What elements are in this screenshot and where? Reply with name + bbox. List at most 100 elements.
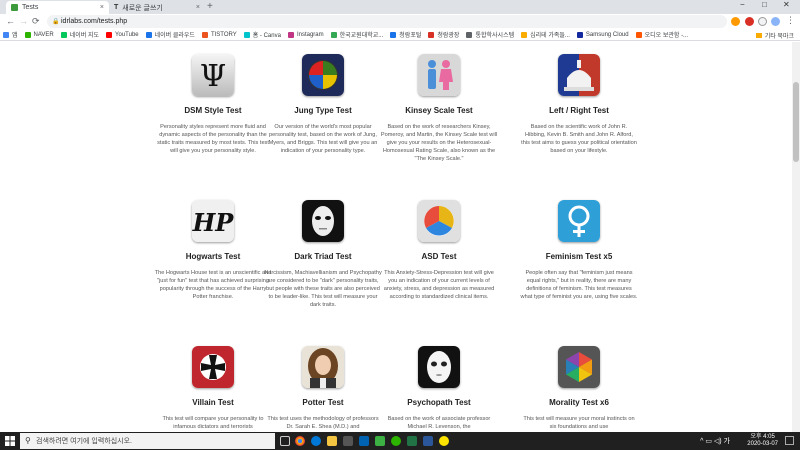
test-card[interactable]: Feminism Test x5 People often say that "f… [514,200,644,301]
chrome-icon[interactable] [295,436,305,446]
mask-icon[interactable] [302,200,344,242]
iron-cross-icon[interactable] [192,346,234,388]
white-mask-icon[interactable] [418,346,460,388]
page-scrollbar[interactable] [792,42,800,432]
four-color-wheel-icon[interactable] [302,54,344,96]
reload-button[interactable]: ⟳ [32,16,40,27]
test-card[interactable]: Psychopath Test Based on the work of asso… [374,346,504,431]
system-tray-icons[interactable]: ^ ▭ ◁) 가 [700,436,730,446]
word-icon[interactable] [423,436,433,446]
maximize-button[interactable]: □ [762,0,767,9]
clock[interactable]: 오후 4:05 2020-03-07 [747,434,778,448]
bookmark-favicon-icon [287,31,294,38]
test-description: Our version of the world's most popular … [268,124,378,154]
notification-center-icon[interactable] [785,436,794,445]
edge-icon[interactable] [311,436,321,446]
other-bookmarks[interactable]: 기타 북마크 [755,31,794,40]
store-icon[interactable] [343,436,353,446]
test-title[interactable]: Potter Test [258,398,388,407]
bookmark-label: 네이버 지도 [69,33,100,39]
bookmark-favicon-icon [3,31,9,38]
task-view-icon[interactable] [280,436,290,446]
test-title[interactable]: Dark Triad Test [258,252,388,261]
bookmark-item[interactable]: Instagram [287,31,324,38]
bookmark-item[interactable]: 심리테 가족들... [521,30,570,39]
hp-logo-icon[interactable]: HP [192,200,234,242]
windows-start-icon[interactable] [5,436,15,446]
test-card[interactable]: Kinsey Scale Test Based on the work of re… [374,54,504,163]
bookmark-item[interactable]: 네이버 지도 [60,30,100,39]
test-title[interactable]: Left / Right Test [514,106,644,115]
bookmark-label: 네이버 클라우드 [154,33,195,39]
close-window-button[interactable]: ✕ [783,0,790,9]
test-description: This test uses the methodology of profes… [267,416,379,430]
extension-icon[interactable] [745,17,754,26]
extension-icon[interactable] [758,17,767,26]
bookmark-label: 홈 - Canva [252,33,281,39]
bookmark-item[interactable]: 앱 [3,30,18,39]
forward-button[interactable]: → [19,16,28,26]
menu-dots-icon[interactable]: ⋮ [786,15,795,26]
test-title[interactable]: Kinsey Scale Test [374,106,504,115]
hexagon-wheel-icon[interactable] [558,346,600,388]
test-title[interactable]: Morality Test x6 [514,398,644,407]
bookmark-item[interactable]: 청람광장 [428,30,459,39]
address-bar[interactable]: 🔒 idrlabs.com/tests.php [47,15,727,28]
test-card[interactable]: Left / Right Test Based on the scientific… [514,54,644,155]
bookmark-item[interactable]: NAVER [24,31,54,38]
line-app-icon[interactable] [391,436,401,446]
test-card[interactable]: ASD Test This Anxiety-Stress-Depression t… [374,200,504,301]
bookmark-favicon-icon [390,31,397,38]
test-title[interactable]: Psychopath Test [374,398,504,407]
mail-icon[interactable] [359,436,369,446]
bookmark-item[interactable]: 통합학사시스템 [466,30,514,39]
test-card[interactable]: Potter Test This test uses the methodolog… [258,346,388,431]
bookmark-item[interactable]: 한국교원대학교... [330,30,383,39]
test-card[interactable]: Dark Triad Test Narcissism, Machiavellian… [258,200,388,309]
tab-tests[interactable]: Tests × [6,1,109,14]
test-card[interactable]: Morality Test x6 This test will measure y… [514,346,644,431]
back-button[interactable]: ← [6,16,15,26]
bookmark-item[interactable]: 홈 - Canva [243,30,281,39]
idrlabs-favicon-icon [11,4,18,11]
bookmark-item[interactable]: TISTORY [201,31,237,38]
test-title[interactable]: Feminism Test x5 [514,252,644,261]
venus-icon[interactable] [558,200,600,242]
capitol-dome-icon[interactable] [558,54,600,96]
clock-date: 2020-03-07 [747,441,778,447]
scrollbar-thumb[interactable] [793,82,799,162]
bookmark-item[interactable]: YouTube [106,31,139,38]
kakaotalk-icon[interactable] [439,436,449,446]
bookmark-label: 청람광장 [437,33,460,39]
test-title[interactable]: ASD Test [374,252,504,261]
profile-avatar[interactable] [771,17,780,26]
bookmark-favicon-icon [635,31,642,38]
tab-close-icon[interactable]: × [100,4,104,11]
taskbar-search-box[interactable]: ⚲ 검색하려면 여기에 입력하십시오. [20,433,275,449]
test-card[interactable]: Jung Type Test Our version of the world's… [258,54,388,155]
tab-new-post[interactable]: T 새로운 글쓰기 × [109,1,205,14]
man-woman-icon[interactable] [418,54,460,96]
psi-icon[interactable]: Ψ [192,54,234,96]
new-tab-button[interactable]: + [207,1,213,12]
file-explorer-icon[interactable] [327,436,337,446]
bookmark-label: NAVER [33,31,54,38]
bookmark-item[interactable]: 오디오 보관함 -... [635,30,688,39]
three-circles-icon[interactable] [418,200,460,242]
bookmark-item[interactable]: 네이버 클라우드 [145,30,195,39]
test-title[interactable]: Jung Type Test [258,106,388,115]
test-description: This Anxiety-Stress-Depression test will… [383,270,495,300]
minimize-button[interactable]: − [740,0,745,9]
app-icon[interactable] [375,436,385,446]
bookmark-label: 심리테 가족들... [530,33,570,39]
extension-icon[interactable] [731,17,740,26]
browser-toolbar: ← → ⟳ 🔒 idrlabs.com/tests.php ⋮ [0,14,800,29]
bookmark-item[interactable]: 청람포털 [390,30,421,39]
bookmark-item[interactable]: Samsung Cloud [576,31,629,38]
excel-icon[interactable] [407,436,417,446]
bookmark-label: 청람포털 [399,33,422,39]
tab-close-icon[interactable]: × [196,4,200,11]
bookmark-label: TISTORY [210,31,237,38]
tests-page: Ψ DSM Style Test Personality styles repres… [0,42,792,432]
hermione-portrait-icon[interactable] [302,346,344,388]
